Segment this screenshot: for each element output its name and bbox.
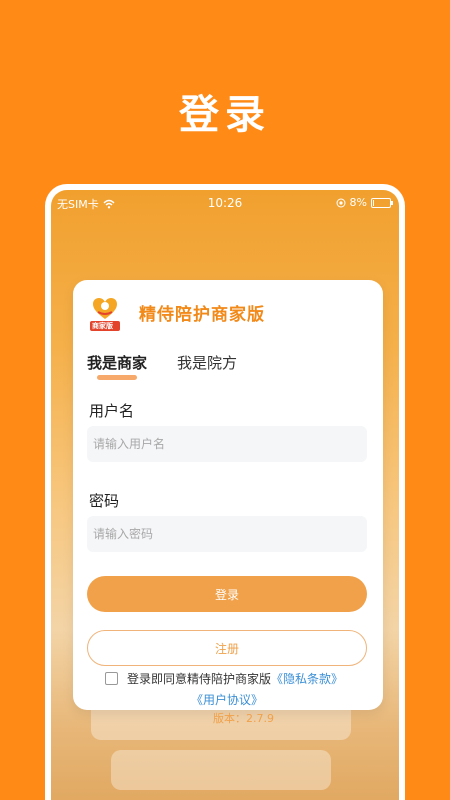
battery-percent: 8% xyxy=(349,196,367,209)
tab-merchant-label: 我是商家 xyxy=(87,354,148,372)
app-name: 精侍陪护商家版 xyxy=(139,304,265,325)
privacy-link[interactable]: 《隐私条款》 xyxy=(271,672,343,686)
register-button[interactable]: 注册 xyxy=(87,630,367,666)
location-icon xyxy=(336,198,346,207)
tab-merchant[interactable]: 我是商家 xyxy=(87,352,148,380)
version-label: 版本：2.7.9 xyxy=(213,712,274,725)
agreement-text: 登录即同意精侍陪护商家版 xyxy=(127,672,272,686)
battery-level xyxy=(373,199,374,206)
username-label: 用户名 xyxy=(89,402,135,420)
active-tab-indicator xyxy=(97,375,137,380)
role-tabs: 我是商家 我是院方 xyxy=(87,352,237,380)
user-agreement-link[interactable]: 《用户协议》 xyxy=(191,691,263,708)
logo-text: 商家版 xyxy=(92,322,113,330)
app-logo: 商家版 xyxy=(85,292,125,332)
page-title: 登录 xyxy=(179,92,271,138)
background-decoration xyxy=(111,750,331,790)
battery-icon xyxy=(371,197,393,208)
phone-frame: 无SIM卡 10:26 8% 商家版 精侍陪护商家版 我是商家 我是院方 用户名… xyxy=(45,184,405,800)
agreement-checkbox[interactable] xyxy=(105,672,118,685)
brand-header: 商家版 精侍陪护商家版 xyxy=(85,292,265,332)
tab-hospital[interactable]: 我是院方 xyxy=(177,352,237,373)
username-input[interactable] xyxy=(87,426,367,462)
tab-hospital-label: 我是院方 xyxy=(177,354,238,372)
login-card: 商家版 精侍陪护商家版 我是商家 我是院方 用户名 密码 登录 注册 xyxy=(73,280,383,725)
login-button[interactable]: 登录 xyxy=(87,576,367,612)
password-label: 密码 xyxy=(89,492,120,510)
password-input[interactable] xyxy=(87,516,367,552)
status-bar: 无SIM卡 10:26 8% xyxy=(51,190,399,216)
app-screen: 无SIM卡 10:26 8% 商家版 精侍陪护商家版 我是商家 我是院方 用户名… xyxy=(51,190,399,800)
